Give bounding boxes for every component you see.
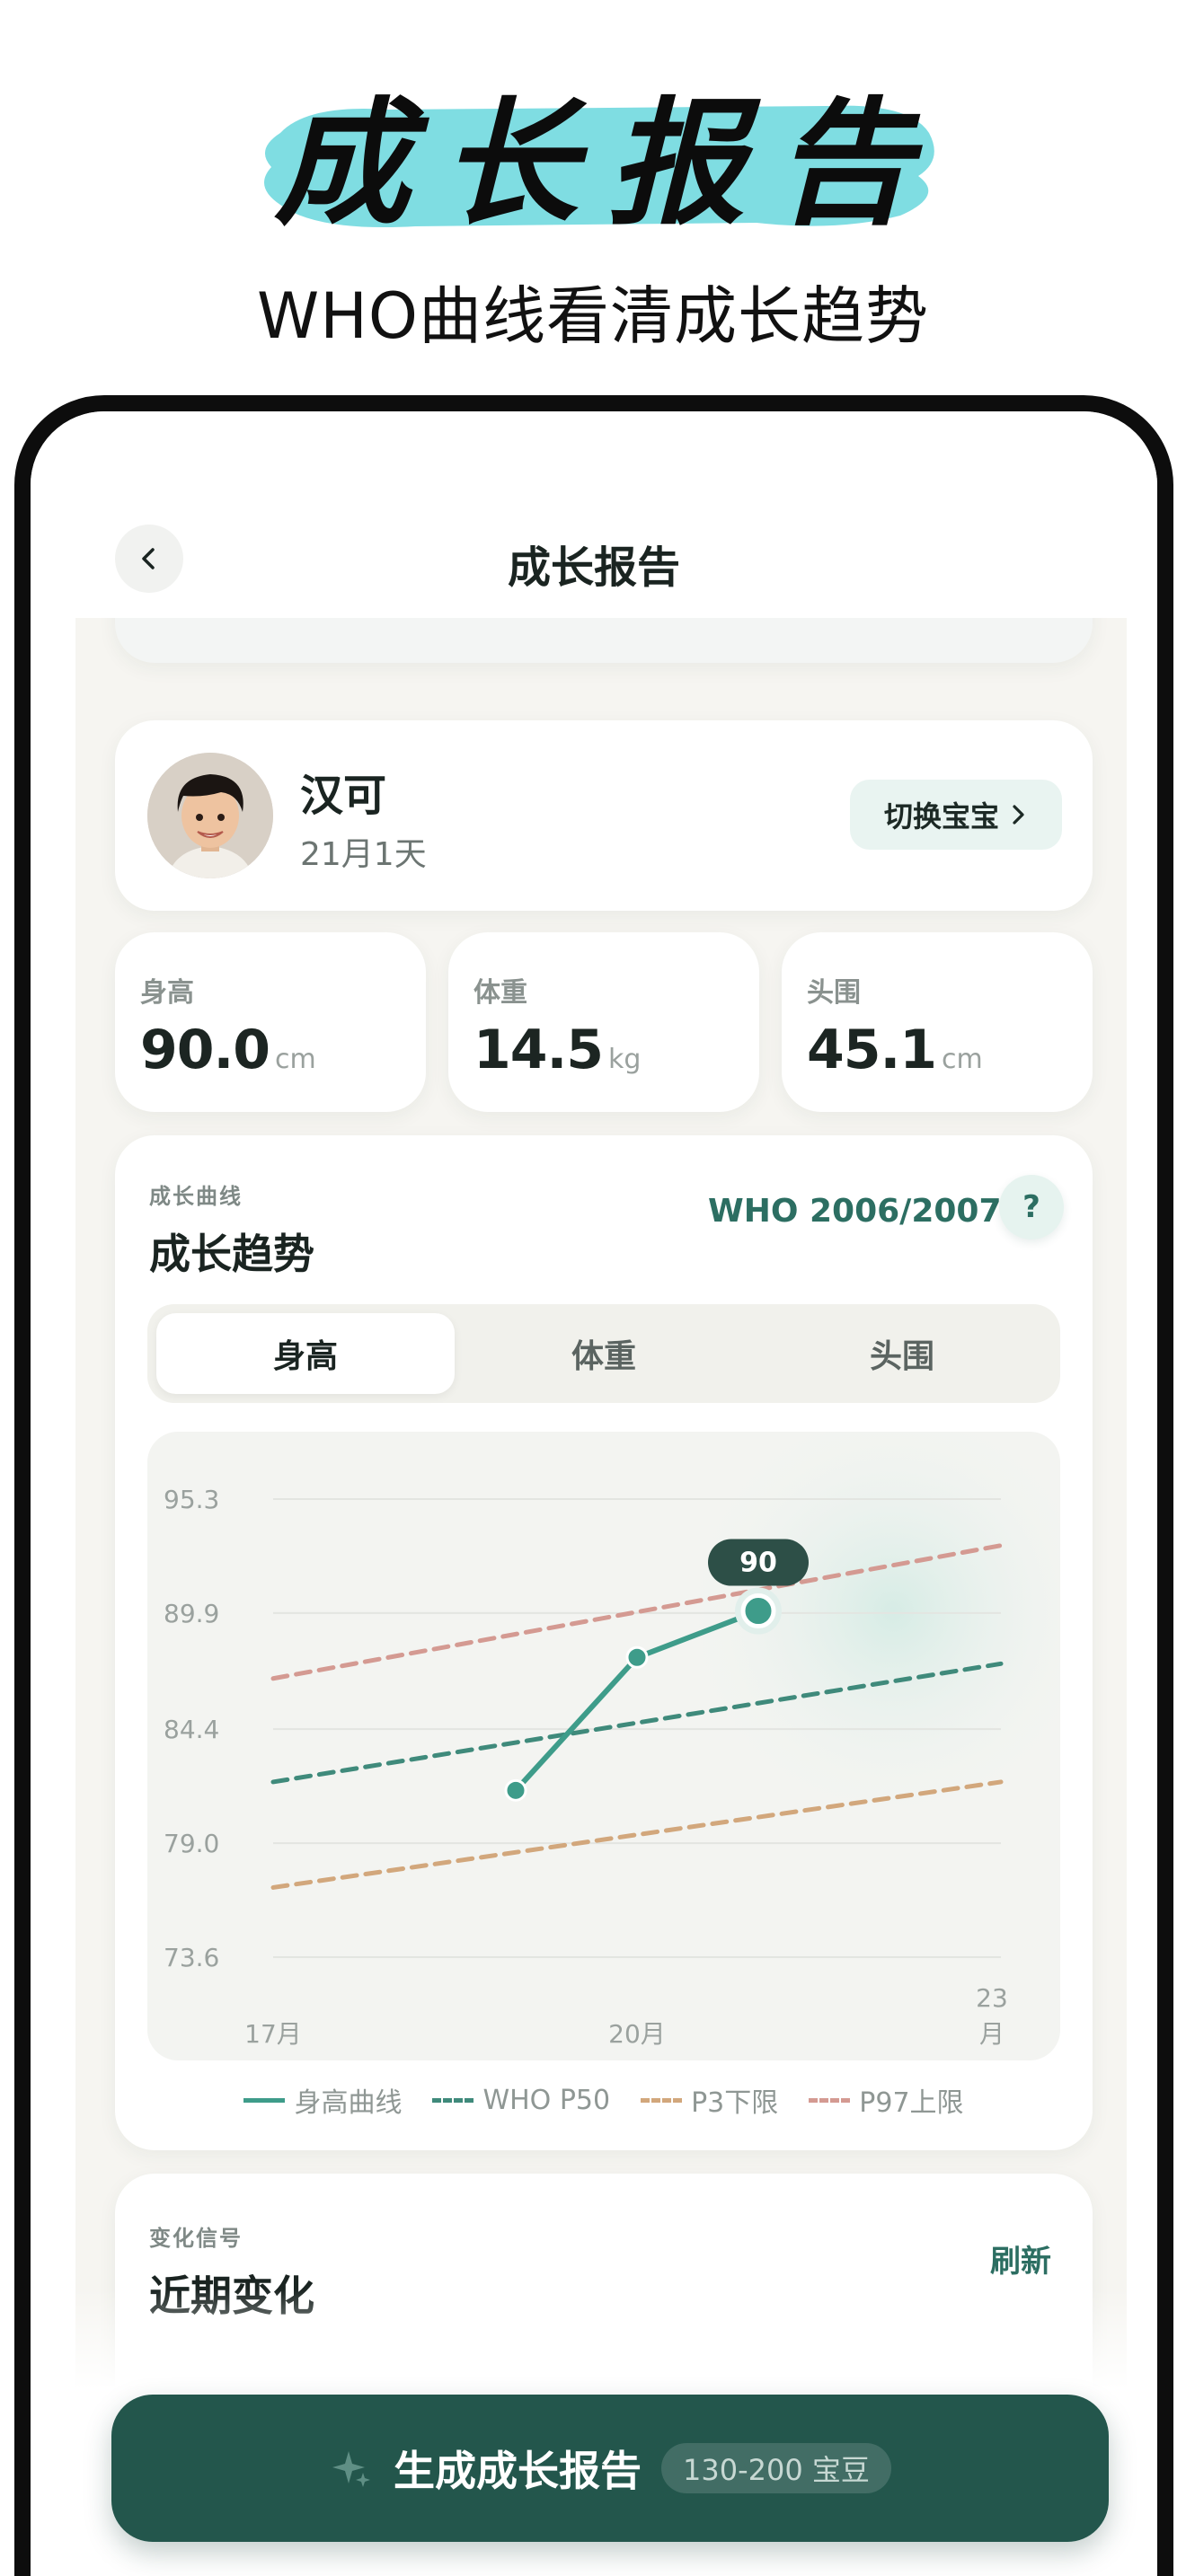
legend-item: P97上限 <box>809 2080 964 2120</box>
metric-label: 身高 <box>140 977 194 1009</box>
metric-tabs: 身高 体重 头围 <box>147 1304 1060 1403</box>
x-tick-label: 20月 <box>608 2019 666 2049</box>
chevron-right-icon <box>1013 805 1024 825</box>
refresh-button[interactable]: 刷新 <box>990 2236 1051 2280</box>
legend-item: 身高曲线 <box>243 2080 402 2120</box>
y-tick-label: 95.3 <box>164 1485 219 1514</box>
metric-label: 头围 <box>807 977 861 1009</box>
scroll-content[interactable]: 汉可 21月1天 切换宝宝 身高 90.0 cm 体重 14.5 kg 头围 45.… <box>75 618 1127 2432</box>
switch-baby-button[interactable]: 切换宝宝 <box>850 780 1062 850</box>
data-point <box>504 1778 527 1802</box>
y-tick-label: 84.4 <box>164 1715 219 1744</box>
phone-frame: 成长报告 汉可 21月1天 切换宝宝 身高 90.0 cm 体重 14.5 kg… <box>14 395 1173 2576</box>
metric-unit: cm <box>942 1044 983 1075</box>
metric-card-head: 头围 45.1 cm <box>782 932 1093 1112</box>
section-kicker: 成长曲线 <box>149 1184 243 1209</box>
page-title: 成长报告 <box>507 543 680 593</box>
x-tick-label: 17月 <box>244 2019 302 2049</box>
legend-swatch <box>243 2097 286 2103</box>
metric-label: 体重 <box>474 977 527 1009</box>
growth-chart-svg: 95.3 89.9 84.4 79.0 73.6 17月 20月 23 月 90 <box>164 1432 1060 2049</box>
legend-label: P97上限 <box>859 2087 964 2119</box>
metric-card-weight: 体重 14.5 kg <box>448 932 759 1112</box>
switch-baby-label: 切换宝宝 <box>883 799 999 834</box>
legend-swatch <box>809 2097 851 2103</box>
y-tick-label: 79.0 <box>164 1829 219 1858</box>
promo-header: 成长报告 WHO曲线看清成长趋势 <box>0 0 1186 395</box>
data-point <box>740 1593 776 1629</box>
tab-weight[interactable]: 体重 <box>455 1313 753 1394</box>
legend-item: P3下限 <box>641 2080 778 2120</box>
baby-age: 21月1天 <box>300 836 427 873</box>
metric-unit: cm <box>275 1044 316 1075</box>
help-button[interactable]: ? <box>999 1175 1064 1239</box>
legend-label: 身高曲线 <box>294 2087 403 2119</box>
legend-label: WHO P50 <box>482 2084 611 2116</box>
generate-report-label: 生成成长报告 <box>394 2447 642 2495</box>
y-tick-label: 73.6 <box>164 1943 219 1972</box>
y-tick-label: 89.9 <box>164 1599 219 1628</box>
x-tick-label: 月 <box>979 2019 1005 2049</box>
legend-label: P3下限 <box>691 2087 779 2119</box>
avatar <box>147 753 273 878</box>
baby-name: 汉可 <box>300 771 387 821</box>
growth-chart: 95.3 89.9 84.4 79.0 73.6 17月 20月 23 月 90 <box>147 1432 1060 2060</box>
data-point <box>625 1645 649 1669</box>
x-tick-label: 23 <box>976 1983 1008 2013</box>
metric-card-height: 身高 90.0 cm <box>115 932 426 1112</box>
legend-swatch <box>641 2097 683 2103</box>
section-title: 成长趋势 <box>149 1230 314 1278</box>
sparkle-icon <box>332 2451 371 2487</box>
section-kicker: 变化信号 <box>149 2226 243 2251</box>
nav-bar: 成长报告 <box>31 411 1157 618</box>
generate-report-button[interactable]: 生成成长报告 130-200 宝豆 <box>111 2395 1109 2542</box>
value-tooltip-label: 90 <box>739 1548 777 1579</box>
chart-legend: 身高曲线 WHO P50 P3下限 P97上限 <box>115 2080 1093 2120</box>
cost-badge: 130-200 宝豆 <box>661 2443 891 2493</box>
metric-value: 45.1 <box>807 1019 937 1081</box>
legend-swatch <box>432 2097 474 2103</box>
metric-value: 14.5 <box>474 1019 604 1081</box>
baby-card: 汉可 21月1天 切换宝宝 <box>115 720 1093 911</box>
previous-card-peek <box>115 618 1093 663</box>
tab-head[interactable]: 头围 <box>753 1313 1051 1394</box>
who-standard-label: WHO 2006/2007 <box>708 1193 1002 1230</box>
promo-subtitle: WHO曲线看清成长趋势 <box>257 279 929 353</box>
metric-unit: kg <box>608 1044 642 1075</box>
legend-item: WHO P50 <box>432 2080 610 2120</box>
metric-value: 90.0 <box>140 1019 270 1081</box>
promo-title: 成长报告 <box>274 84 943 243</box>
tab-height[interactable]: 身高 <box>156 1313 455 1394</box>
chart-glow <box>677 1432 1060 1827</box>
growth-trend-card: 成长曲线 成长趋势 WHO 2006/2007 ? 身高 体重 头围 95.3 … <box>115 1135 1093 2150</box>
